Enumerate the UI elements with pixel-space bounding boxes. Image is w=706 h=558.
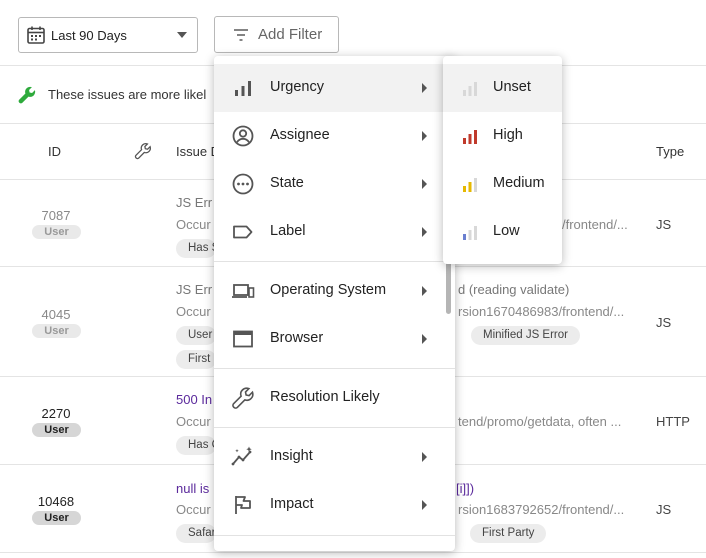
calendar-icon [27, 26, 45, 44]
issue-type: JS [656, 502, 672, 517]
issue-title[interactable]: [i]]) [456, 481, 474, 496]
issue-title[interactable]: 500 In [176, 392, 212, 407]
filter-menu-item-urgency[interactable]: Urgency [214, 64, 455, 112]
tag-chip: Has C [176, 436, 216, 455]
filter-menu-item-label[interactable]: Label [214, 208, 455, 256]
urgency-option-label: Unset [493, 79, 531, 95]
add-filter-button[interactable]: Add Filter [214, 16, 339, 53]
filter-menu-label: Resolution Likely [270, 389, 380, 405]
occurrence-text: tend/promo/getdata, often ... [458, 414, 622, 429]
tag-chip: First Party [470, 524, 547, 543]
menu-divider [214, 261, 455, 262]
chevron-right-icon [422, 286, 427, 296]
tag-chip: Safar [176, 524, 216, 543]
chevron-right-icon [422, 83, 427, 93]
person-circle-icon [232, 125, 254, 147]
date-range-label: Last 90 Days [51, 27, 127, 43]
user-badge: User [32, 225, 81, 239]
urgency-option-label: Medium [493, 175, 545, 191]
filter-menu-label: Urgency [270, 79, 324, 95]
chevron-down-icon [177, 32, 187, 38]
date-range-select[interactable]: Last 90 Days [18, 17, 198, 53]
issue-id: 2270 [41, 406, 71, 421]
filter-menu-label: Label [270, 223, 306, 239]
filter-menu-label: Impact [270, 496, 314, 512]
issue-id: 10468 [37, 494, 75, 509]
urgency-option-low[interactable]: Low [443, 208, 562, 256]
occurrence-text: Occur [176, 304, 211, 319]
filter-menu-label: Assignee [270, 127, 330, 143]
chevron-right-icon [422, 131, 427, 141]
urgency-low-icon [463, 226, 477, 240]
issue-title[interactable]: d (reading validate) [458, 282, 569, 297]
bar-chart-icon [235, 81, 251, 96]
issue-id: 7087 [41, 208, 71, 223]
tag-chip: User [176, 326, 216, 345]
occurrence-text: rsion1670486983/frontend/... [458, 304, 625, 319]
urgency-option-label: High [493, 127, 523, 143]
urgency-option-medium[interactable]: Medium [443, 160, 562, 208]
tag-chip: First [176, 350, 216, 369]
occurrence-text: /frontend/... [562, 217, 628, 232]
issue-type: JS [656, 315, 672, 330]
urgency-unset-icon [463, 82, 477, 96]
issue-title[interactable]: JS Err [176, 195, 212, 210]
user-badge: User [32, 423, 81, 437]
user-badge: User [32, 511, 81, 525]
menu-divider [214, 368, 455, 369]
chevron-right-icon [422, 227, 427, 237]
flag-icon [235, 496, 251, 514]
user-badge: User [32, 324, 81, 338]
urgency-submenu: Unset High Medium Low [443, 56, 562, 264]
filter-menu-item-impact[interactable]: Impact [214, 481, 455, 529]
menu-divider [214, 427, 455, 428]
occurrence-text: rsion1683792652/frontend/... [458, 502, 625, 517]
chevron-right-icon [422, 179, 427, 189]
occurrence-text: Occur [176, 414, 211, 429]
devices-icon [232, 284, 255, 298]
filter-menu-label: Insight [270, 448, 313, 464]
filter-menu-label: State [270, 175, 304, 191]
tag-icon [233, 225, 253, 239]
occurrence-text: Occur [176, 502, 211, 517]
issue-type: JS [656, 217, 672, 232]
urgency-medium-icon [463, 178, 477, 192]
filter-menu-label: Browser [270, 330, 324, 346]
filter-menu-item-resolution-likely[interactable]: Resolution Likely [214, 374, 455, 422]
filter-menu-item-assignee[interactable]: Assignee [214, 112, 455, 160]
tag-chip: Has S [176, 239, 216, 258]
filter-menu-item-insight[interactable]: Insight [214, 433, 455, 481]
filter-menu-item-operating-system[interactable]: Operating System [214, 267, 455, 315]
browser-window-icon [233, 330, 253, 348]
chevron-right-icon [422, 452, 427, 462]
urgency-option-label: Low [493, 223, 520, 239]
dots-circle-icon [232, 173, 254, 195]
wrench-icon[interactable] [134, 142, 152, 160]
chevron-right-icon [422, 500, 427, 510]
filter-menu-item-state[interactable]: State [214, 160, 455, 208]
occurrence-text: Occur [176, 217, 211, 232]
wrench-icon [18, 86, 36, 104]
wrench-icon [232, 387, 254, 409]
menu-divider [214, 535, 455, 536]
tag-chip: Minified JS Error [471, 326, 580, 345]
column-header-id[interactable]: ID [48, 144, 61, 159]
issue-id: 4045 [41, 307, 71, 322]
add-filter-label: Add Filter [258, 26, 323, 43]
issue-title[interactable]: JS Err [176, 282, 212, 297]
filter-menu: Urgency Assignee State Label Operating S… [214, 56, 455, 551]
chevron-right-icon [422, 334, 427, 344]
urgency-option-high[interactable]: High [443, 112, 562, 160]
issue-type: HTTP [656, 414, 690, 429]
menu-scrollbar[interactable] [446, 256, 451, 314]
urgency-high-icon [463, 130, 477, 144]
filter-menu-item-browser[interactable]: Browser [214, 315, 455, 363]
sparkle-chart-icon [231, 446, 252, 466]
urgency-option-unset[interactable]: Unset [443, 64, 562, 112]
banner-text: These issues are more likel [48, 87, 207, 102]
issue-title[interactable]: null is [176, 481, 209, 496]
filter-menu-label: Operating System [270, 282, 387, 298]
column-header-type[interactable]: Type [656, 144, 684, 159]
filter-icon [234, 28, 248, 41]
